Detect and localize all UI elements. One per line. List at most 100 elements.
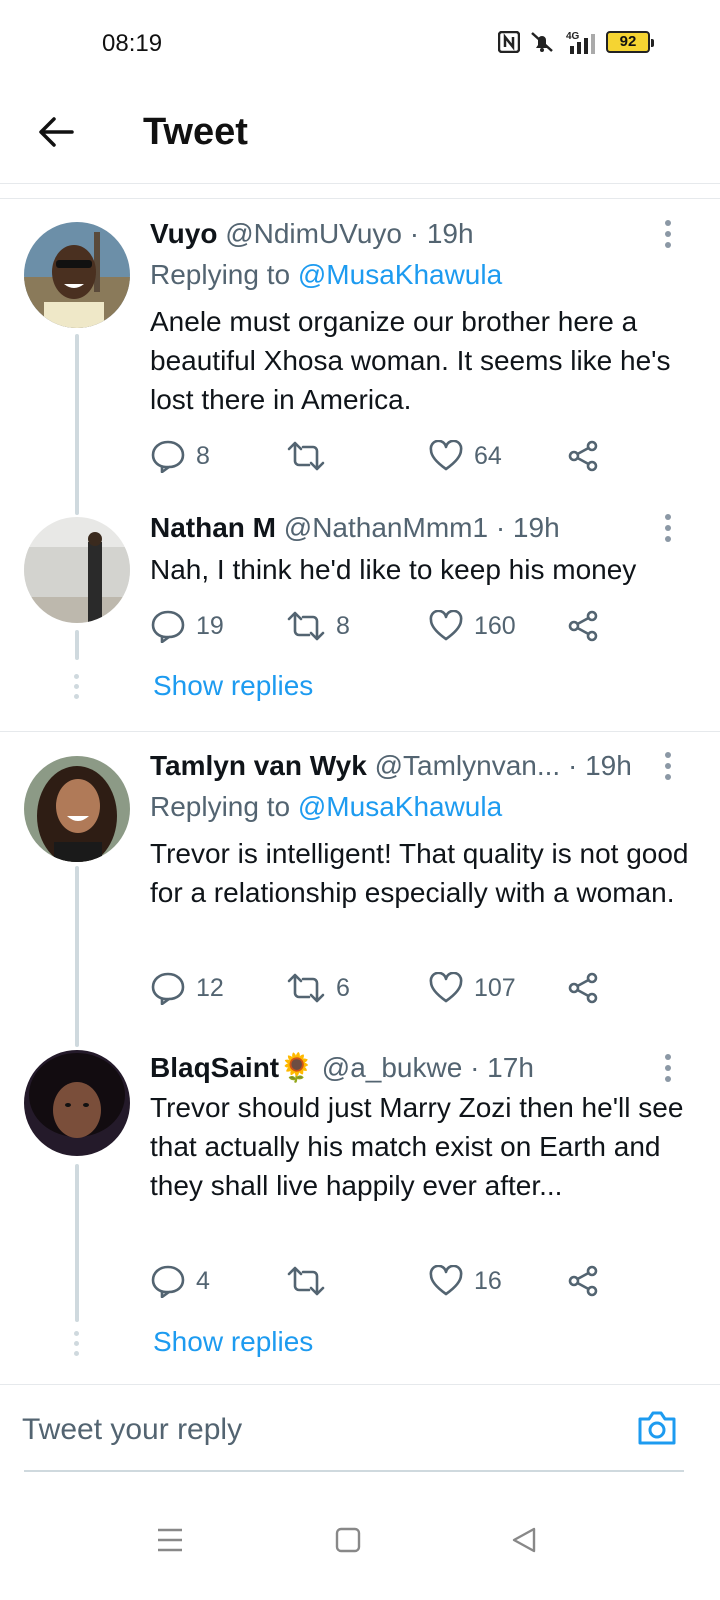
avatar[interactable] bbox=[24, 1050, 130, 1156]
status-bar: 08:19 4G 92 bbox=[0, 0, 720, 90]
share-button[interactable] bbox=[566, 968, 600, 1008]
retweet-button[interactable]: 6 bbox=[286, 968, 350, 1008]
tweet-time: · 19h bbox=[568, 750, 632, 781]
like-button[interactable]: 160 bbox=[428, 606, 516, 646]
replying-to-link[interactable]: @MusaKhawula bbox=[298, 259, 502, 290]
like-button[interactable]: 64 bbox=[428, 436, 502, 476]
reply-button[interactable]: 19 bbox=[150, 606, 224, 646]
retweet-icon bbox=[287, 611, 325, 641]
author-name[interactable]: Tamlyn van Wyk bbox=[150, 750, 367, 781]
author-handle[interactable]: @Tamlynvan... bbox=[375, 750, 561, 781]
like-count: 64 bbox=[474, 441, 502, 470]
share-button[interactable] bbox=[566, 436, 600, 476]
retweet-icon bbox=[287, 441, 325, 471]
thread-dots bbox=[74, 1331, 80, 1356]
more-options-icon[interactable] bbox=[658, 1051, 678, 1085]
author-handle[interactable]: @a_bukwe bbox=[322, 1052, 463, 1083]
signal-icon: 4G bbox=[566, 31, 595, 54]
author-handle[interactable]: @NathanMmm1 bbox=[284, 512, 488, 543]
retweet-button[interactable] bbox=[286, 1261, 336, 1301]
menu-nav-button[interactable] bbox=[140, 1510, 200, 1570]
system-nav-bar bbox=[0, 1490, 720, 1600]
thread-line bbox=[75, 500, 79, 515]
retweet-count: 8 bbox=[336, 611, 350, 640]
avatar[interactable] bbox=[24, 517, 130, 623]
show-replies-link[interactable]: Show replies bbox=[153, 1325, 313, 1359]
retweet-button[interactable]: 8 bbox=[286, 606, 350, 646]
avatar[interactable] bbox=[24, 756, 130, 862]
triangle-back-icon bbox=[512, 1527, 536, 1553]
tweet-header: Vuyo @NdimUVuyo · 19h bbox=[150, 217, 474, 251]
share-button[interactable] bbox=[566, 606, 600, 646]
more-options-icon[interactable] bbox=[658, 217, 678, 251]
more-options-icon[interactable] bbox=[658, 749, 678, 783]
divider bbox=[0, 198, 720, 199]
reply-button[interactable]: 8 bbox=[150, 436, 210, 476]
back-button[interactable] bbox=[30, 106, 82, 158]
reply-count: 4 bbox=[196, 1266, 210, 1295]
thread-line bbox=[75, 334, 79, 514]
camera-button[interactable] bbox=[636, 1409, 678, 1452]
heart-icon bbox=[429, 440, 463, 471]
tweet-actions: 4 16 bbox=[150, 1261, 620, 1301]
share-button[interactable] bbox=[566, 1261, 600, 1301]
thread-line bbox=[75, 866, 79, 1046]
show-replies-link[interactable]: Show replies bbox=[153, 669, 313, 703]
thread-dots bbox=[74, 674, 80, 699]
thread-line bbox=[75, 1032, 79, 1047]
mute-icon bbox=[531, 32, 553, 52]
tweet-nathan[interactable]: Nathan M @NathanMmm1 · 19h Nah, I think … bbox=[0, 500, 720, 730]
tweet-header: Tamlyn van Wyk @Tamlynvan... · 19h bbox=[150, 749, 632, 783]
tweet-header: BlaqSaint🌻 @a_bukwe · 17h bbox=[150, 1051, 534, 1085]
reply-icon bbox=[151, 972, 185, 1005]
thread-line bbox=[75, 630, 79, 660]
tweet-actions: 12 6 107 bbox=[150, 968, 620, 1008]
tweet-actions: 8 64 bbox=[150, 436, 620, 476]
avatar[interactable] bbox=[24, 222, 130, 328]
tweet-actions: 19 8 160 bbox=[150, 606, 620, 646]
home-square-icon bbox=[335, 1527, 361, 1553]
retweet-count: 6 bbox=[336, 973, 350, 1002]
reply-icon bbox=[151, 610, 185, 643]
replying-to-link[interactable]: @MusaKhawula bbox=[298, 791, 502, 822]
svg-text:4G: 4G bbox=[566, 31, 580, 42]
author-name[interactable]: Vuyo bbox=[150, 218, 217, 249]
author-handle[interactable]: @NdimUVuyo bbox=[225, 218, 402, 249]
reply-count: 8 bbox=[196, 441, 210, 470]
tweet-vuyo[interactable]: Vuyo @NdimUVuyo · 19h Replying to @MusaK… bbox=[0, 200, 720, 514]
replying-prefix: Replying to bbox=[150, 791, 291, 822]
reply-composer bbox=[0, 1384, 720, 1474]
reply-count: 19 bbox=[196, 611, 224, 640]
like-button[interactable]: 107 bbox=[428, 968, 516, 1008]
tweet-tamlyn[interactable]: Tamlyn van Wyk @Tamlynvan... · 19h Reply… bbox=[0, 732, 720, 1046]
reply-button[interactable]: 4 bbox=[150, 1261, 210, 1301]
replying-prefix: Replying to bbox=[150, 259, 291, 290]
tweet-text: Anele must organize our brother here a b… bbox=[150, 306, 671, 415]
nfc-icon bbox=[498, 31, 520, 53]
tweet-time: · 19h bbox=[409, 218, 474, 249]
heart-icon bbox=[429, 972, 463, 1003]
like-count: 16 bbox=[474, 1266, 502, 1295]
reply-input[interactable] bbox=[22, 1395, 582, 1465]
share-icon bbox=[568, 972, 598, 1004]
status-time: 08:19 bbox=[102, 30, 163, 57]
reply-icon bbox=[151, 1265, 185, 1298]
author-name[interactable]: Nathan M bbox=[150, 512, 276, 543]
reply-button[interactable]: 12 bbox=[150, 968, 224, 1008]
like-button[interactable]: 16 bbox=[428, 1261, 502, 1301]
tweet-blaqsaint[interactable]: BlaqSaint🌻 @a_bukwe · 17h Trevor should … bbox=[0, 1032, 720, 1384]
retweet-button[interactable] bbox=[286, 436, 336, 476]
home-nav-button[interactable] bbox=[318, 1510, 378, 1570]
arrow-left-icon bbox=[39, 117, 74, 147]
back-nav-button[interactable] bbox=[494, 1510, 554, 1570]
battery-indicator: 92 bbox=[606, 31, 654, 53]
tweet-text: Trevor should just Marry Zozi then he'll… bbox=[150, 1092, 684, 1201]
like-count: 160 bbox=[474, 611, 516, 640]
author-name[interactable]: BlaqSaint🌻 bbox=[150, 1052, 314, 1083]
replying-to: Replying to @MusaKhawula bbox=[150, 258, 502, 292]
thread-line bbox=[75, 1164, 79, 1322]
more-options-icon[interactable] bbox=[658, 511, 678, 545]
retweet-icon bbox=[287, 1266, 325, 1296]
tweet-header: Nathan M @NathanMmm1 · 19h bbox=[150, 511, 560, 545]
retweet-icon bbox=[287, 973, 325, 1003]
